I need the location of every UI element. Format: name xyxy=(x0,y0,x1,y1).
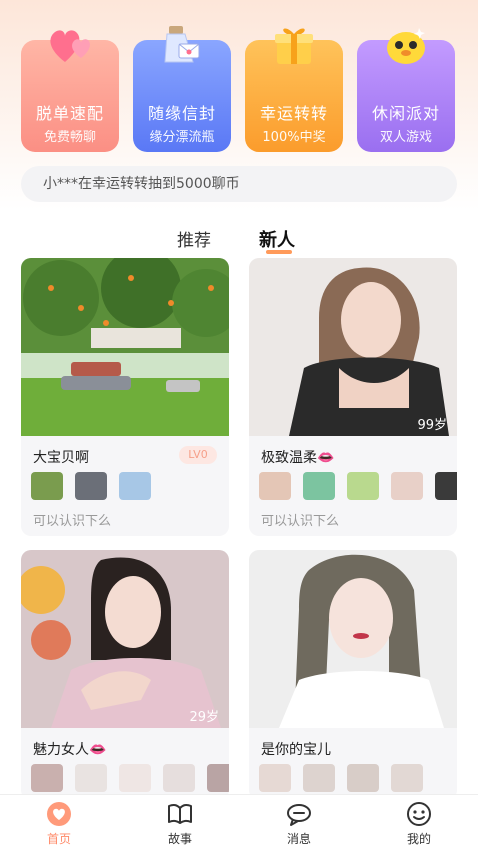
thumbnail[interactable] xyxy=(119,764,151,792)
smile-profile-icon xyxy=(407,802,431,826)
photo-thumbnails xyxy=(31,472,151,500)
tab-new[interactable]: 新人 xyxy=(259,226,295,252)
thumbnail[interactable] xyxy=(391,472,423,500)
chat-bubble-icon xyxy=(287,804,311,826)
profile-name: 是你的宝儿 xyxy=(261,742,331,758)
profile-card[interactable]: 29岁 魅力女人👄 xyxy=(21,550,229,800)
profile-name: 大宝贝啊 xyxy=(33,450,89,466)
nav-label: 首页 xyxy=(46,832,71,846)
profile-card[interactable]: 大宝贝啊 LV0 可以认识下么 xyxy=(21,258,229,536)
greeting-text: 可以认识下么 xyxy=(33,514,112,529)
nav-label: 故事 xyxy=(167,832,192,846)
thumbnail[interactable] xyxy=(303,764,335,792)
thumbnail[interactable] xyxy=(347,472,379,500)
thumbnail[interactable] xyxy=(75,472,107,500)
announcement-ticker[interactable]: 小***在幸运转转抽到5000聊币 xyxy=(21,166,457,202)
feature-title: 随缘信封 xyxy=(147,104,216,123)
feature-title: 脱单速配 xyxy=(35,104,104,123)
book-icon xyxy=(168,803,192,824)
feature-title: 休闲派对 xyxy=(371,104,440,123)
yellow-mascot-icon xyxy=(387,28,425,64)
thumbnail[interactable] xyxy=(207,764,229,792)
thumbnail[interactable] xyxy=(119,472,151,500)
nav-item-home[interactable]: 首页 xyxy=(29,801,89,847)
nav-label: 消息 xyxy=(286,832,311,846)
feature-subtitle: 双人游戏 xyxy=(379,130,432,145)
thumbnail[interactable] xyxy=(31,472,63,500)
profile-photo xyxy=(249,258,457,436)
feature-subtitle: 缘分漂流瓶 xyxy=(149,130,215,145)
thumbnail[interactable] xyxy=(435,472,457,500)
photo-thumbnails xyxy=(259,764,423,792)
thumbnail[interactable] xyxy=(391,764,423,792)
nav-label: 我的 xyxy=(406,832,431,846)
profile-card[interactable]: 99岁 极致温柔👄 可以认识下么 xyxy=(249,258,457,536)
greeting-text: 可以认识下么 xyxy=(261,514,340,529)
bottle-letter-icon xyxy=(164,26,200,63)
thumbnail[interactable] xyxy=(75,764,107,792)
gift-box-icon xyxy=(275,28,313,64)
heart-home-icon xyxy=(47,802,71,826)
bottom-navigation: 首页 故事 消息 我的 xyxy=(0,794,478,851)
nav-item-message[interactable]: 消息 xyxy=(269,801,329,847)
thumbnail[interactable] xyxy=(347,764,379,792)
profile-photo xyxy=(21,258,229,436)
age-label: 99岁 xyxy=(417,418,447,433)
age-label: 29岁 xyxy=(189,710,219,725)
feature-card-random-letter[interactable]: 随缘信封 缘分漂流瓶 xyxy=(133,26,231,152)
profile-photo xyxy=(21,550,229,728)
thumbnail[interactable] xyxy=(163,764,195,792)
feature-subtitle: 免费畅聊 xyxy=(43,130,96,145)
tab-recommend[interactable]: 推荐 xyxy=(177,226,211,251)
nav-item-story[interactable]: 故事 xyxy=(150,801,210,847)
feature-card-party[interactable]: 休闲派对 双人游戏 xyxy=(357,28,455,152)
feature-card-lucky-spin[interactable]: 幸运转转 100%中奖 xyxy=(245,28,343,152)
photo-thumbnails xyxy=(31,764,229,792)
nav-item-mine[interactable]: 我的 xyxy=(389,801,449,847)
profile-photo xyxy=(249,550,457,728)
feature-card-quick-match[interactable]: 脱单速配 免费畅聊 xyxy=(21,30,119,152)
thumbnail[interactable] xyxy=(303,472,335,500)
thumbnail[interactable] xyxy=(31,764,63,792)
profile-name: 极致温柔👄 xyxy=(261,450,335,466)
heart-balloon-icon xyxy=(50,30,90,62)
thumbnail[interactable] xyxy=(259,764,291,792)
active-tab-indicator xyxy=(266,250,292,254)
feature-title: 幸运转转 xyxy=(259,104,328,123)
thumbnail[interactable] xyxy=(259,472,291,500)
photo-thumbnails xyxy=(259,472,457,500)
feature-subtitle: 100%中奖 xyxy=(262,130,326,145)
ticker-text: 小***在幸运转转抽到5000聊币 xyxy=(43,176,240,192)
level-badge: LV0 xyxy=(179,446,217,464)
profile-card[interactable]: 是你的宝儿 xyxy=(249,550,457,800)
profile-name: 魅力女人👄 xyxy=(33,742,107,758)
